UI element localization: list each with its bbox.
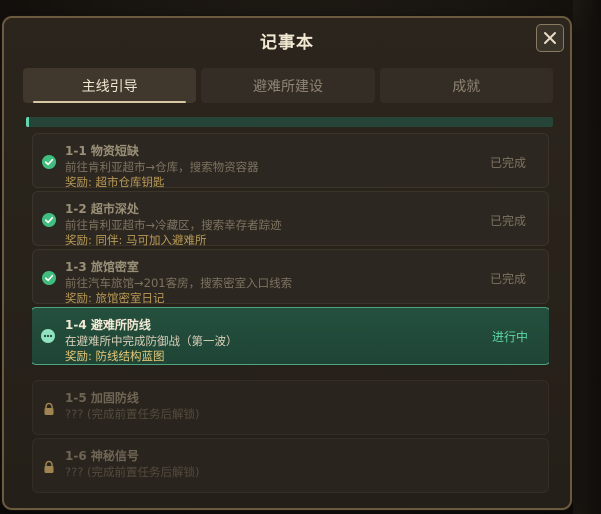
quest-description: ??? (完成前置任务后解锁) [65,465,200,479]
notebook-modal: 记事本 主线引导 避难所建设 成就 1-1 物资短缺 前往肯利亚超市→仓库，搜索… [2,16,572,510]
quest-description: ??? (完成前置任务后解锁) [65,407,200,421]
quest-reward: 奖励: 超市仓库钥匙 [65,175,165,189]
modal-title: 记事本 [260,33,314,53]
check-icon [42,213,56,227]
check-icon [42,271,56,285]
quest-description: 前往汽车旅馆→201客房，搜索密室入口线索 [65,276,293,290]
quest-item-1-2[interactable]: 1-2 超市深处 前往肯利亚超市→冷藏区，搜索幸存者踪迹 奖励: 同伴: 马可加… [32,191,549,247]
quest-title: 1-3 旅馆密室 [65,260,139,274]
tab-main-guide[interactable]: 主线引导 [23,68,197,103]
close-button[interactable] [536,24,564,52]
quest-status: 已完成 [489,156,526,170]
tab-label: 主线引导 [81,78,138,95]
quest-description: 在避难所中完成防御战（第一波） [65,334,238,348]
quest-progress-fill [26,117,30,127]
tab-shelter-construction[interactable]: 避难所建设 [201,68,375,103]
quest-status: 已完成 [489,214,526,228]
quest-item-1-4[interactable]: 1-4 避难所防线 在避难所中完成防御战（第一波） 奖励: 防线结构蓝图 进行中 [32,307,549,365]
quest-item-1-5: 1-5 加固防线 ??? (完成前置任务后解锁) [32,380,549,435]
quest-reward: 奖励: 旅馆密室日记 [65,291,165,305]
tab-active-indicator [33,101,187,103]
lock-icon [44,402,54,415]
quest-title: 1-6 神秘信号 [65,449,139,463]
close-icon [544,32,556,44]
quest-description: 前往肯利亚超市→仓库，搜索物资容器 [65,160,259,174]
backdrop-edge [573,0,601,514]
quest-list: 1-1 物资短缺 前往肯利亚超市→仓库，搜索物资容器 奖励: 超市仓库钥匙 已完… [32,133,549,508]
quest-reward: 奖励: 同伴: 马可加入避难所 [65,233,207,247]
quest-description: 前往肯利亚超市→冷藏区，搜索幸存者踪迹 [65,218,282,232]
tab-label: 成就 [452,78,481,95]
quest-progress-bar [26,117,553,127]
quest-status: 已完成 [489,272,526,286]
quest-item-1-3[interactable]: 1-3 旅馆密室 前往汽车旅馆→201客房，搜索密室入口线索 奖励: 旅馆密室日… [32,249,549,305]
quest-item-1-1[interactable]: 1-1 物资短缺 前往肯利亚超市→仓库，搜索物资容器 奖励: 超市仓库钥匙 已完… [32,133,549,189]
quest-title: 1-5 加固防线 [65,391,139,405]
quest-status: 进行中 [491,330,528,344]
check-icon [42,155,56,169]
tab-bar: 主线引导 避难所建设 成就 [23,68,553,106]
tab-achievements[interactable]: 成就 [379,68,553,103]
quest-title: 1-2 超市深处 [65,202,139,216]
quest-title: 1-1 物资短缺 [65,144,139,158]
lock-icon [44,460,54,473]
quest-reward: 奖励: 防线结构蓝图 [65,349,165,363]
tab-label: 避难所建设 [252,78,323,95]
in-progress-icon [41,329,55,343]
quest-title: 1-4 避难所防线 [65,318,151,332]
quest-item-1-6: 1-6 神秘信号 ??? (完成前置任务后解锁) [32,438,549,493]
